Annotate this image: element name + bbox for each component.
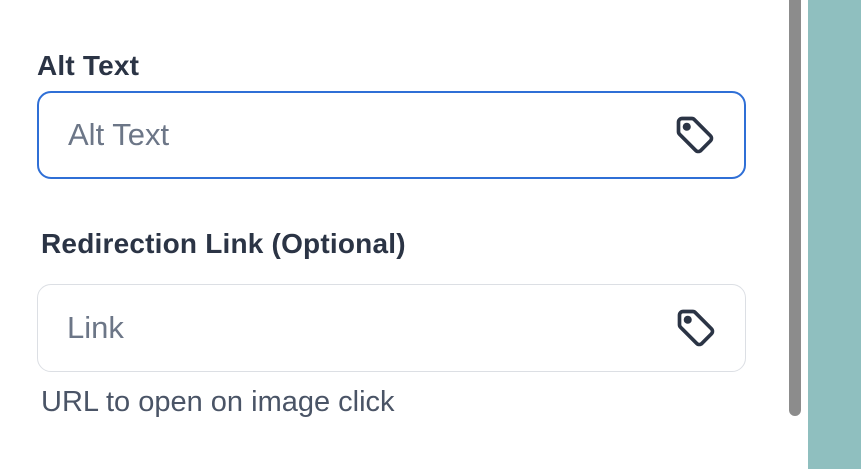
- side-background-strip: [808, 0, 861, 469]
- tag-icon: [676, 116, 714, 154]
- alt-text-label: Alt Text: [37, 50, 140, 81]
- redirection-link-label: Redirection Link (Optional): [41, 228, 406, 259]
- alt-text-field[interactable]: [37, 91, 746, 179]
- redirection-link-help-text: URL to open on image click: [41, 386, 395, 418]
- alt-text-input[interactable]: [68, 93, 668, 177]
- tag-icon: [677, 309, 715, 347]
- redirection-link-field[interactable]: [37, 284, 746, 372]
- image-settings-panel: Alt Text Redirection Link (Optional) URL…: [0, 0, 808, 469]
- scrollbar-thumb[interactable]: [789, 0, 801, 416]
- redirection-link-input[interactable]: [67, 285, 667, 371]
